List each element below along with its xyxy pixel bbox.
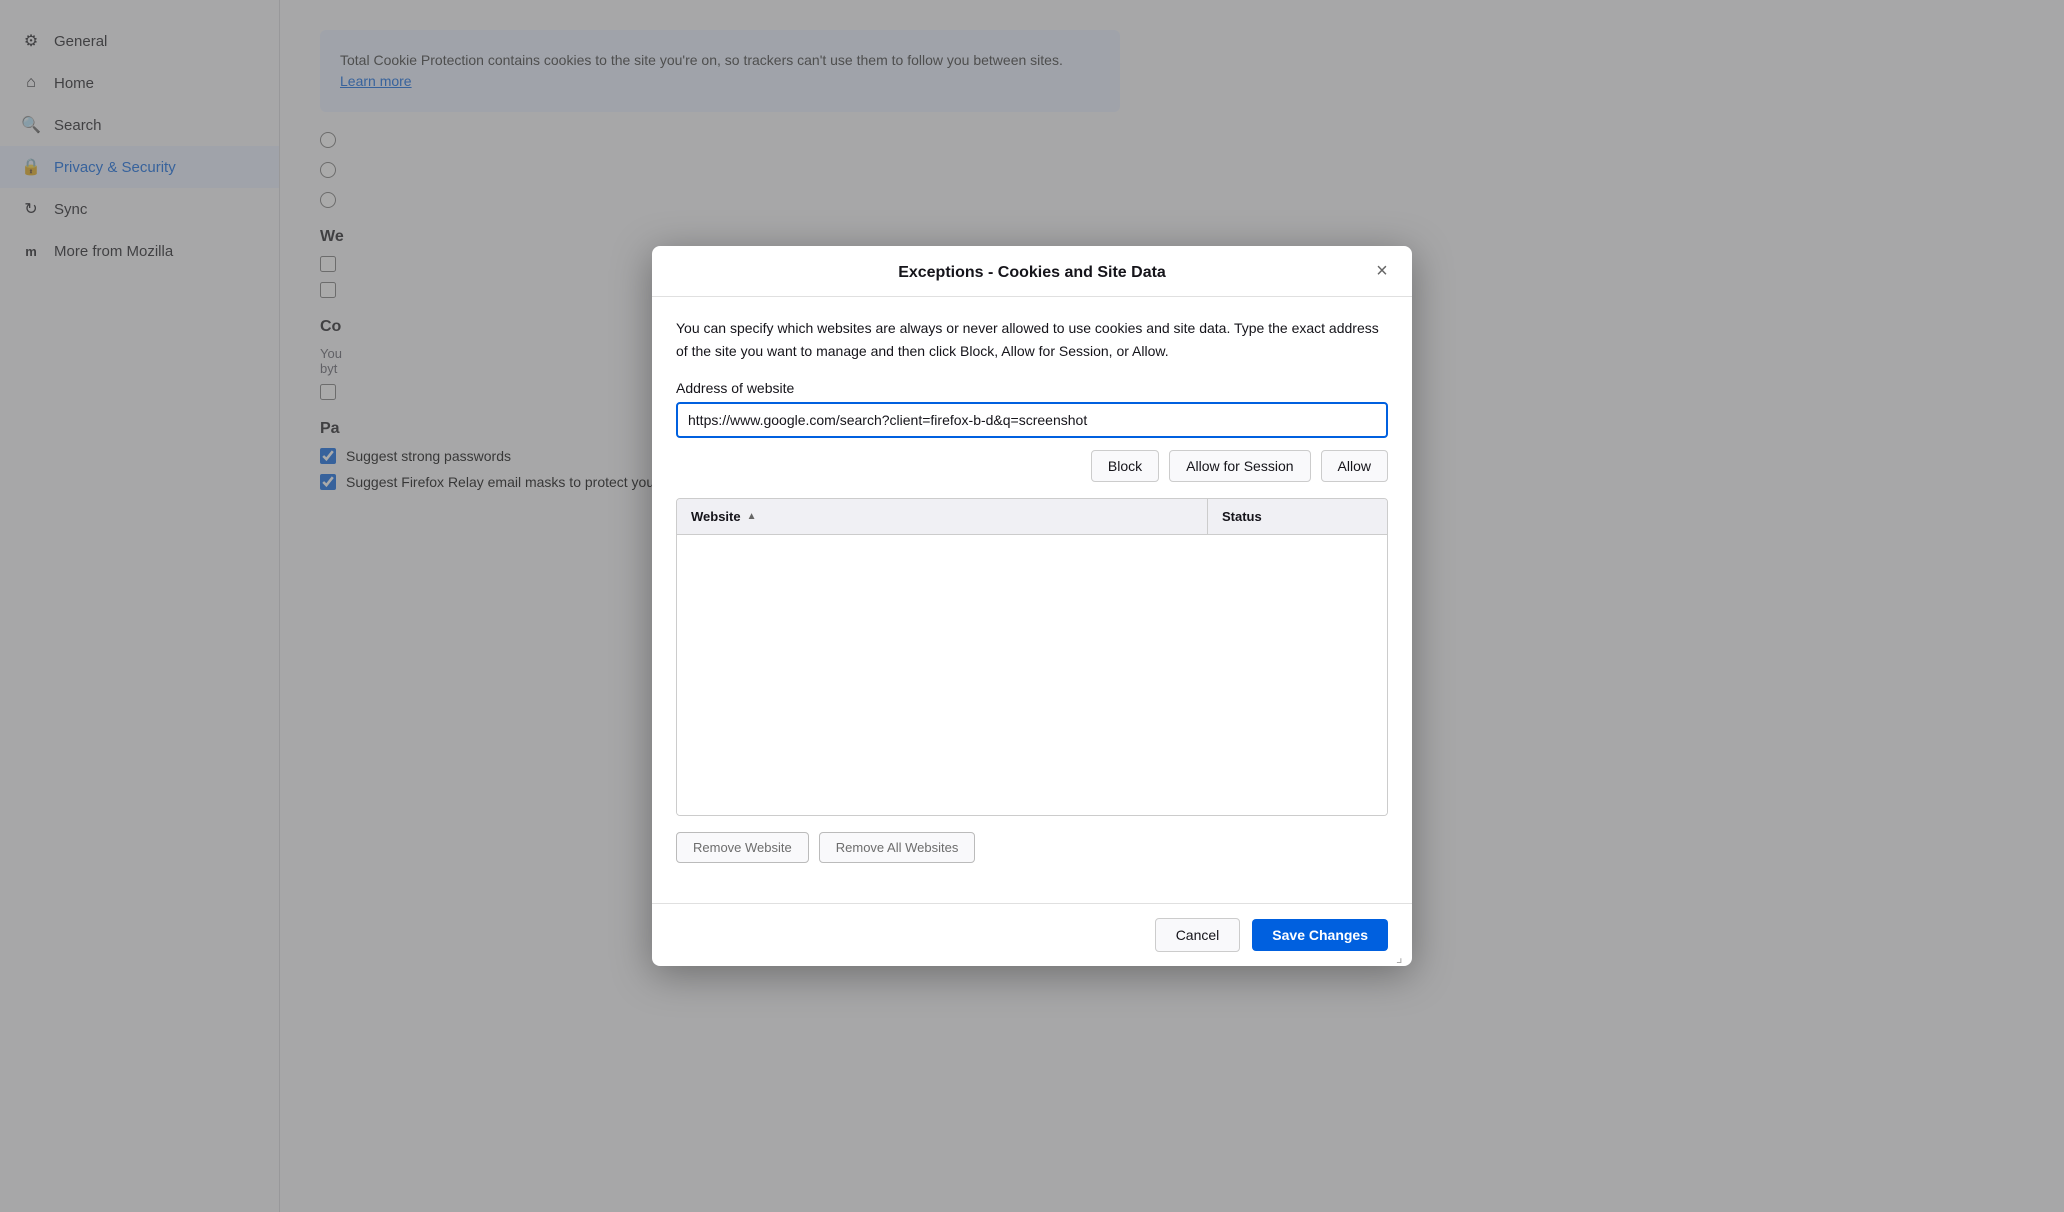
remove-website-button[interactable]: Remove Website bbox=[676, 832, 809, 863]
resize-handle: ⌟ bbox=[1396, 950, 1408, 962]
dialog-body: You can specify which websites are alway… bbox=[652, 297, 1412, 903]
exceptions-table: Website ▲ Status bbox=[676, 498, 1388, 816]
dialog-title: Exceptions - Cookies and Site Data bbox=[898, 264, 1166, 282]
dialog-header: Exceptions - Cookies and Site Data × bbox=[652, 246, 1412, 297]
dialog-footer: Cancel Save Changes bbox=[652, 903, 1412, 966]
allow-for-session-button[interactable]: Allow for Session bbox=[1169, 450, 1310, 482]
remove-all-websites-button[interactable]: Remove All Websites bbox=[819, 832, 976, 863]
close-button[interactable]: × bbox=[1368, 257, 1396, 285]
table-body bbox=[677, 535, 1387, 815]
cancel-button[interactable]: Cancel bbox=[1155, 918, 1241, 952]
dialog-description: You can specify which websites are alway… bbox=[676, 317, 1388, 362]
allow-button[interactable]: Allow bbox=[1321, 450, 1388, 482]
save-changes-button[interactable]: Save Changes bbox=[1252, 919, 1388, 951]
action-buttons: Block Allow for Session Allow bbox=[676, 450, 1388, 482]
sort-icon: ▲ bbox=[747, 511, 757, 522]
remove-buttons: Remove Website Remove All Websites bbox=[676, 832, 1388, 863]
modal-overlay: Exceptions - Cookies and Site Data × You… bbox=[0, 0, 2064, 1212]
col-status: Status bbox=[1207, 499, 1387, 534]
address-label: Address of website bbox=[676, 380, 1388, 396]
col-website[interactable]: Website ▲ bbox=[677, 499, 1207, 534]
address-input[interactable] bbox=[676, 402, 1388, 438]
block-button[interactable]: Block bbox=[1091, 450, 1159, 482]
table-header: Website ▲ Status bbox=[677, 499, 1387, 535]
exceptions-dialog: Exceptions - Cookies and Site Data × You… bbox=[652, 246, 1412, 966]
